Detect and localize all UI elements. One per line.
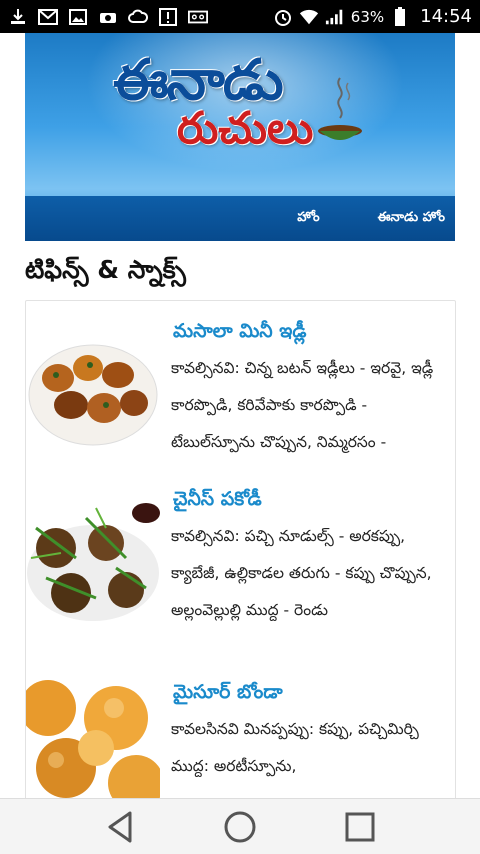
list-item[interactable]: చైనీస్ పకోడీ కావల్సినవి: పచ్చి నూడుల్స్ … bbox=[26, 485, 457, 665]
steaming-bowl-icon bbox=[318, 77, 362, 140]
system-icons: 63% 14:54 bbox=[273, 6, 480, 27]
system-navigation-bar bbox=[0, 798, 480, 854]
back-triangle-icon bbox=[108, 811, 132, 842]
recipe-thumbnail-mysore-bonda[interactable] bbox=[26, 678, 160, 798]
clock: 14:54 bbox=[420, 6, 472, 27]
recipe-thumbnail-masala-idli[interactable] bbox=[26, 323, 160, 453]
battery-percent: 63% bbox=[350, 7, 385, 26]
notification-icons bbox=[0, 7, 208, 26]
voicemail-icon bbox=[188, 8, 208, 26]
list-item[interactable]: మసాలా మినీ ఇడ్లీ కావల్సినవి: చిన్న బటన్ … bbox=[26, 315, 457, 495]
cloud-icon bbox=[128, 8, 148, 26]
alert-icon bbox=[158, 7, 178, 26]
battery-icon bbox=[390, 6, 410, 26]
list-item[interactable]: మైసూర్ బోండా కావలసినవి మినప్పప్పు: కప్పు… bbox=[26, 671, 457, 798]
recipe-description: కావలసినవి మినప్పప్పు: కప్పు, పచ్చిమిర్చి… bbox=[171, 720, 419, 775]
home-circle-icon bbox=[224, 811, 256, 842]
recents-button[interactable] bbox=[340, 807, 380, 847]
download-icon bbox=[8, 8, 28, 26]
home-button[interactable] bbox=[220, 807, 260, 847]
recents-square-icon bbox=[345, 812, 375, 841]
web-page[interactable]: ఈనాడు రుచులు హోం ఈనాడు హోం టిఫిన్స్ & స్… bbox=[0, 33, 480, 798]
section-title: టిఫిన్స్ & స్నాక్స్ bbox=[25, 255, 186, 284]
brand-logo-ruchulu[interactable]: రుచులు bbox=[177, 103, 313, 165]
recipe-description: కావల్సినవి: చిన్న బటన్ ఇడ్లీలు - ఇరవై, ఇ… bbox=[171, 359, 434, 451]
recipe-list-card: మసాలా మినీ ఇడ్లీ కావల్సినవి: చిన్న బటన్ … bbox=[25, 300, 456, 798]
alarm-icon bbox=[273, 8, 293, 26]
site-banner: ఈనాడు రుచులు హోం ఈనాడు హోం bbox=[25, 33, 455, 241]
camera-icon bbox=[98, 8, 118, 26]
recipe-thumbnail-chinese-pakodi[interactable] bbox=[26, 498, 160, 628]
nav-home-link[interactable]: హోం bbox=[297, 210, 319, 228]
wifi-icon bbox=[299, 8, 319, 26]
banner-nav: హోం ఈనాడు హోం bbox=[25, 196, 455, 241]
gmail-icon bbox=[38, 8, 58, 26]
signal-icon bbox=[325, 8, 345, 26]
gallery-icon bbox=[68, 8, 88, 26]
back-button[interactable] bbox=[100, 807, 140, 847]
recipe-title-link[interactable]: చైనీస్ పకోడీ bbox=[173, 488, 262, 515]
recipe-description: కావల్సినవి: పచ్చి నూడుల్స్ - అరకప్పు, క్… bbox=[171, 527, 432, 619]
nav-eenadu-home-link[interactable]: ఈనాడు హోం bbox=[378, 210, 445, 228]
recipe-title-link[interactable]: మసాలా మినీ ఇడ్లీ bbox=[173, 320, 306, 347]
recipe-title-link[interactable]: మైసూర్ బోండా bbox=[173, 681, 283, 708]
status-bar: 63% 14:54 bbox=[0, 0, 480, 33]
